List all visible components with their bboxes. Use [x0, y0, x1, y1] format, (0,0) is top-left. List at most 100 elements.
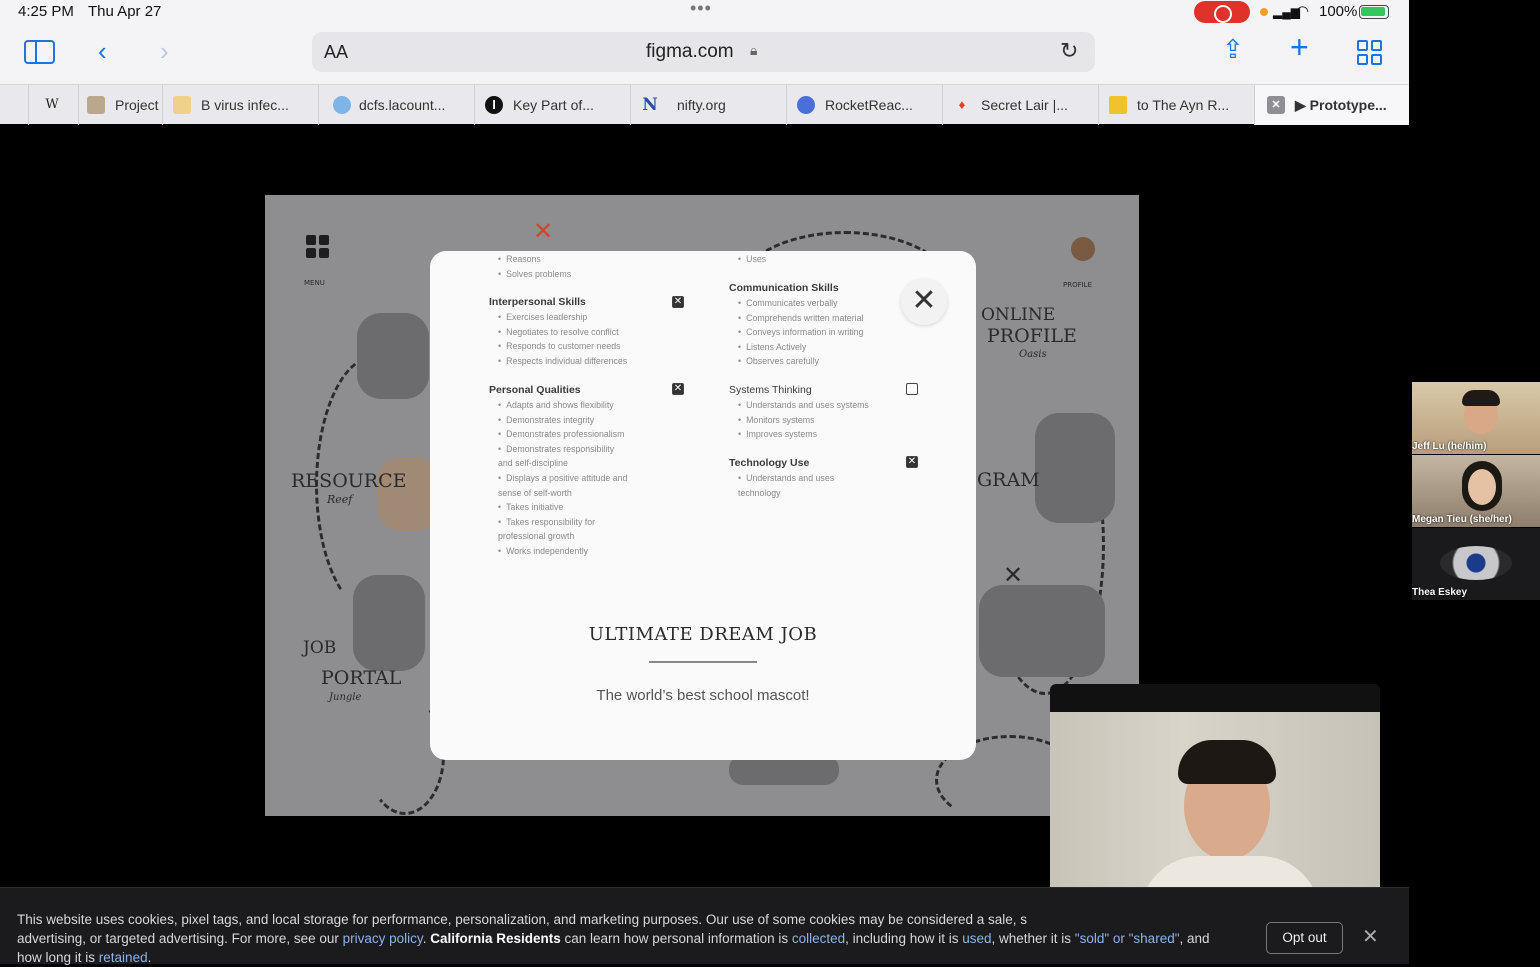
speaker-hair [1178, 740, 1276, 784]
x-mark-icon: ✕ [1003, 561, 1024, 589]
resource-title[interactable]: RESOURCE [291, 470, 407, 492]
hair [1462, 390, 1500, 406]
avatar [1468, 469, 1496, 505]
tab-wikipedia[interactable]: W [28, 85, 78, 125]
battery-icon [1359, 5, 1389, 19]
tab-rocketreach[interactable]: RocketReac... [786, 85, 942, 125]
dream-job-title: ULTIMATE DREAM JOB [588, 624, 818, 645]
lock-icon: 🔒︎ [750, 42, 758, 58]
map-island[interactable] [1035, 413, 1115, 523]
tab-project[interactable]: Project [78, 85, 162, 125]
rocket-favicon-icon [797, 96, 815, 114]
personal-list: Adapts and shows flexibility Demonstrate… [498, 398, 627, 559]
wikipedia-icon: W [45, 97, 59, 112]
map-island[interactable] [979, 585, 1105, 677]
battery-percent: 100% [1319, 3, 1358, 20]
left-top-list: Reasons Solves problems [498, 252, 571, 281]
communication-list: Communicates verbally Comprehends writte… [738, 296, 863, 369]
map-island[interactable] [357, 313, 429, 399]
interpersonal-list: Exercises leadership Negotiates to resol… [498, 310, 627, 368]
nifty-favicon-icon: N [642, 95, 658, 115]
title-underline [649, 661, 757, 663]
tab-secret-lair[interactable]: ♦ Secret Lair |... [942, 85, 1098, 125]
used-link[interactable]: used [962, 931, 991, 946]
opt-out-button[interactable]: Opt out [1266, 922, 1343, 954]
note-favicon-icon [1109, 96, 1127, 114]
info-favicon-icon: I [485, 96, 503, 114]
tab-prototype[interactable]: ✕ ▶ Prototype... [1254, 85, 1409, 125]
sidebar-toggle-icon[interactable] [24, 40, 55, 64]
tab-overview-icon[interactable] [1357, 40, 1383, 66]
url-text: figma.com [646, 41, 734, 62]
participant-tile[interactable]: Megan Tieu (she/her) [1412, 455, 1540, 527]
multitask-dots-icon[interactable]: ••• [690, 0, 712, 19]
tab-label: Project [115, 97, 159, 113]
technology-title: Technology Use [729, 457, 810, 469]
screen-record-icon[interactable] [1194, 1, 1250, 23]
menu-grid-icon[interactable] [306, 235, 330, 259]
participant-name: Jeff Lu (he/him) [1412, 441, 1487, 452]
technology-checkbox[interactable]: ✕ [906, 456, 918, 468]
forward-chevron-icon[interactable]: › [160, 38, 169, 64]
tab-b-virus[interactable]: B virus infec... [162, 85, 318, 125]
right-top-list: Uses [738, 252, 766, 267]
tab-label: B virus infec... [201, 97, 289, 113]
address-bar[interactable]: AA figma.com 🔒︎ ↻ [312, 32, 1095, 72]
reload-icon[interactable]: ↻ [1060, 38, 1078, 64]
program-title[interactable]: GRAM [977, 469, 1040, 491]
profile-avatar-icon[interactable] [1071, 237, 1095, 261]
tab-label: Secret Lair |... [981, 97, 1068, 113]
reader-settings-button[interactable]: AA [324, 42, 348, 63]
flame-favicon-icon: ♦ [958, 97, 966, 112]
sold-shared-link[interactable]: "sold" or "shared" [1075, 931, 1180, 946]
wifi-icon: ◠ [1296, 3, 1310, 20]
tree-favicon-icon [87, 96, 105, 114]
skills-modal: Reasons Solves problems Uses Interperson… [430, 251, 976, 760]
close-icon[interactable]: ✕ [1362, 924, 1379, 949]
participant-name: Megan Tieu (she/her) [1412, 514, 1512, 525]
interpersonal-checkbox[interactable]: ✕ [672, 296, 684, 308]
tab-label: ▶ Prototype... [1295, 97, 1387, 113]
online-title[interactable]: ONLINE [981, 305, 1055, 325]
participant-tile[interactable]: Jeff Lu (he/him) [1412, 382, 1540, 454]
close-tab-icon[interactable]: ✕ [1267, 96, 1285, 114]
map-island[interactable] [353, 575, 425, 671]
menu-label[interactable]: MENU [304, 279, 325, 287]
profile-label[interactable]: PROFILE [1063, 281, 1092, 289]
systems-list: Understands and uses systems Monitors sy… [738, 398, 869, 442]
close-modal-button[interactable]: ✕ [901, 279, 947, 325]
privacy-policy-link[interactable]: privacy policy [343, 931, 423, 946]
communication-title: Communication Skills [729, 282, 839, 294]
cookie-text: This website uses cookies, pixel tags, a… [17, 912, 1210, 965]
retained-link[interactable]: retained [99, 950, 148, 965]
pen-favicon-icon [173, 96, 191, 114]
tab-nifty[interactable]: N nifty.org [630, 85, 786, 125]
oasis-subtitle: Oasis [1019, 349, 1047, 360]
new-tab-plus-icon[interactable]: + [1290, 31, 1309, 63]
cookie-banner: This website uses cookies, pixel tags, a… [0, 887, 1409, 965]
tab-label: to The Ayn R... [1137, 97, 1230, 113]
jungle-subtitle: Jungle [329, 692, 362, 703]
job-title[interactable]: JOB [303, 638, 336, 658]
tab-key-part[interactable]: I Key Part of... [474, 85, 630, 125]
collected-link[interactable]: collected [792, 931, 845, 946]
share-icon[interactable]: ⇪ [1222, 36, 1244, 62]
resource-subtitle: Reef [327, 493, 353, 506]
dcfs-favicon-icon [333, 96, 351, 114]
profile-title[interactable]: PROFILE [987, 325, 1077, 347]
tab-ayn-rand[interactable]: to The Ayn R... [1098, 85, 1254, 125]
status-time: 4:25 PM [18, 3, 74, 20]
systems-checkbox[interactable] [906, 383, 918, 395]
technology-list: Understands and uses technology [738, 471, 834, 500]
participant-tile[interactable]: Thea Eskey [1412, 528, 1540, 600]
tab-label: Key Part of... [513, 97, 594, 113]
tab-label: nifty.org [677, 97, 726, 113]
tab-dcfs[interactable]: dcfs.lacount... [318, 85, 474, 125]
personal-title: Personal Qualities [489, 384, 581, 396]
back-chevron-icon[interactable]: ‹ [98, 38, 107, 64]
portal-title[interactable]: PORTAL [321, 667, 401, 689]
tab-strip: W Project B virus infec... dcfs.lacount.… [0, 84, 1409, 125]
personal-checkbox[interactable]: ✕ [672, 383, 684, 395]
systems-title: Systems Thinking [729, 384, 812, 396]
dream-job-description: The world’s best school mascot! [596, 687, 810, 704]
